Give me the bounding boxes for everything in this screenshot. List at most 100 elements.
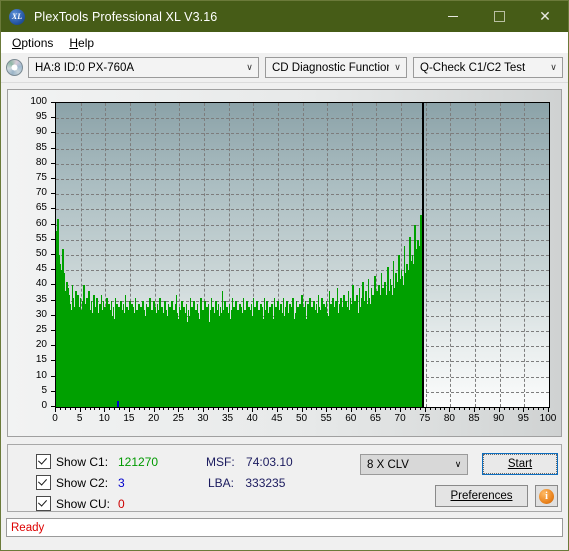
x-tick-mark [523,408,525,412]
x-minor-tick-mark [143,408,145,410]
x-minor-tick-mark [488,408,490,410]
function-select[interactable]: CD Diagnostic Functions ∨ [265,57,407,78]
x-minor-tick-mark [212,408,214,410]
x-minor-tick-mark [237,408,239,410]
chevron-down-icon: ∨ [454,459,462,469]
x-tick-mark [400,408,402,412]
checkbox-show-cu[interactable] [36,496,51,511]
x-tick-mark [301,408,303,412]
c2-value: 3 [118,475,125,490]
y-tick-label: 35 [35,293,47,305]
y-tick-label: 40 [35,278,47,290]
function-select-value: CD Diagnostic Functions [272,61,389,74]
maximize-icon [493,11,505,22]
drive-select[interactable]: HA:8 ID:0 PX-760A ∨ [28,57,259,78]
menu-item-help-label: elp [78,35,95,50]
lba-value: 333235 [245,476,286,490]
x-minor-tick-mark [148,408,150,410]
x-tick-mark [449,408,451,412]
checkbox-show-c2[interactable] [36,475,51,490]
info-button[interactable]: i [535,485,558,507]
close-button[interactable]: ✕ [522,1,568,32]
x-minor-tick-mark [390,408,392,410]
x-minor-tick-mark [257,408,259,410]
show-c1-row[interactable]: Show C1: 121270 [36,454,158,469]
x-tick-mark [548,408,549,412]
x-minor-tick-mark [478,408,480,410]
close-icon: ✕ [539,8,551,25]
speed-select-value: 8 X CLV [367,458,409,471]
x-minor-tick-mark [168,408,170,410]
start-button[interactable]: Start [482,453,558,475]
maximize-button[interactable] [476,1,522,32]
chevron-down-icon: ∨ [550,62,557,72]
start-button-inner: Start [483,454,557,474]
x-minor-tick-mark [99,408,101,410]
x-minor-tick-mark [281,408,283,410]
menu-item-options-label: ptions [21,35,54,50]
x-tick-mark [79,408,81,412]
disc-icon [6,59,23,76]
show-cu-row[interactable]: Show CU: 0 [36,496,125,511]
x-minor-tick-mark [434,408,436,410]
x-minor-tick-mark [340,408,342,410]
x-minor-tick-mark [222,408,224,410]
y-tick-label: 85 [35,141,47,153]
x-minor-tick-mark [311,408,313,410]
x-minor-tick-mark [266,408,268,410]
x-tick-mark [474,408,476,412]
x-minor-tick-mark [380,408,382,410]
x-tick-mark [498,408,500,412]
menu-item-options[interactable]: Options [6,34,61,52]
x-minor-tick-mark [444,408,446,410]
x-tick-mark [326,408,328,412]
title-bar: XL PlexTools Professional XL V3.16 ✕ [1,1,568,32]
speed-select[interactable]: 8 X CLV ∨ [360,454,468,475]
x-tick-mark [350,408,352,412]
x-minor-tick-mark [493,408,495,410]
y-tick-label: 80 [35,156,47,168]
minimize-icon [448,16,458,17]
start-button-label: Start [507,458,533,470]
plot-cursor-line [56,103,549,407]
x-tick-mark [375,408,377,412]
x-minor-tick-mark [119,408,121,410]
x-minor-tick-mark [360,408,362,410]
x-minor-tick-mark [331,408,333,410]
x-minor-tick-mark [69,408,71,410]
x-minor-tick-mark [409,408,411,410]
chart-background: 0 5 10 15 20 25 30 35 40 45 50 55 60 65 70 75 80 85 90 95 10… [8,90,561,436]
msf-label: MSF: [206,455,235,469]
x-minor-tick-mark [518,408,520,410]
minimize-button[interactable] [430,1,476,32]
msf-row: MSF: 74:03.10 [206,455,293,469]
x-minor-tick-mark [286,408,288,410]
show-c2-label: Show C2: [56,475,109,490]
x-tick-mark [104,408,106,412]
menu-bar: Options Help [1,32,568,53]
show-c2-row[interactable]: Show C2: 3 [36,475,125,490]
x-minor-tick-mark [64,408,66,410]
x-minor-tick-mark [454,408,456,410]
application-window: XL PlexTools Professional XL V3.16 ✕ Opt… [0,0,569,551]
test-select[interactable]: Q-Check C1/C2 Test ∨ [413,57,563,78]
stats-panel: Show C1: 121270 Show C2: 3 Show CU: 0 MS… [7,444,562,512]
x-minor-tick-mark [271,408,273,410]
y-tick-label: 25 [35,324,47,335]
x-minor-tick-mark [262,408,264,410]
preferences-button[interactable]: Preferences [435,485,528,507]
menu-item-help[interactable]: Help [63,34,102,52]
x-tick-mark [178,408,180,412]
chevron-down-icon: ∨ [394,62,401,72]
x-minor-tick-mark [84,408,86,410]
error-rate-plot [55,102,550,408]
checkbox-show-c1[interactable] [36,454,51,469]
x-minor-tick-mark [173,408,175,410]
status-text: Ready [11,521,45,534]
y-tick-label: 0 [41,400,47,411]
x-minor-tick-mark [94,408,96,410]
x-tick-mark [153,408,155,412]
x-minor-tick-mark [345,408,347,410]
c1-value: 121270 [118,454,159,469]
x-minor-tick-mark [429,408,431,410]
